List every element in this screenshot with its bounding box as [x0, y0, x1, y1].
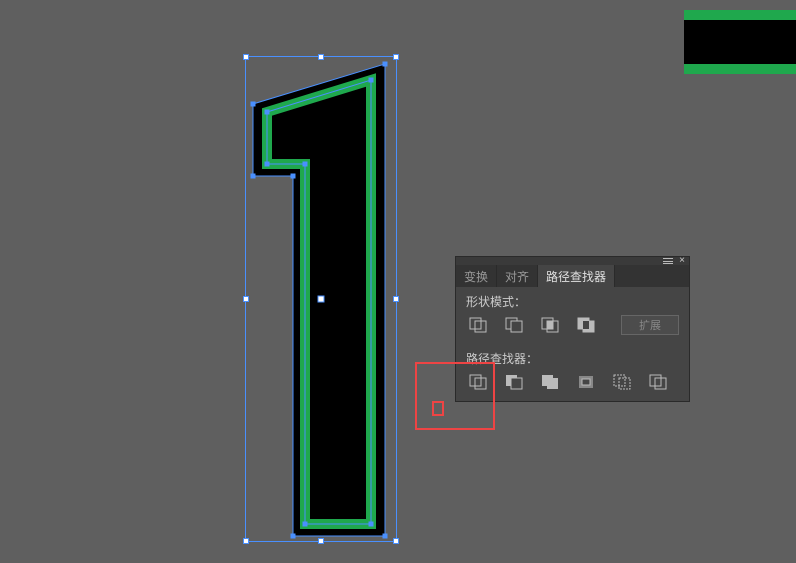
- panel-tabs: 变换 对齐 路径查找器: [456, 265, 689, 287]
- anchor-point[interactable]: [291, 534, 296, 539]
- bar-green-top: [684, 10, 796, 20]
- merge-icon[interactable]: [538, 371, 562, 393]
- pathfinder-panel[interactable]: × 变换 对齐 路径查找器 形状模式： 扩展 路径查找器：: [455, 256, 690, 402]
- expand-button[interactable]: 扩展: [621, 315, 679, 335]
- exclude-icon[interactable]: [574, 314, 598, 336]
- anchor-point[interactable]: [251, 174, 256, 179]
- tab-pathfinder[interactable]: 路径查找器: [538, 265, 615, 287]
- anchor-point[interactable]: [369, 78, 374, 83]
- pathfinders-label: 路径查找器：: [456, 344, 689, 371]
- anchor-point[interactable]: [291, 174, 296, 179]
- bar-black: [684, 20, 796, 64]
- tab-transform[interactable]: 变换: [456, 265, 497, 287]
- bar-green-bottom: [684, 64, 796, 74]
- anchor-point[interactable]: [383, 534, 388, 539]
- anchor-point[interactable]: [369, 522, 374, 527]
- corner-swatch: [684, 10, 796, 74]
- tab-align[interactable]: 对齐: [497, 265, 538, 287]
- anchor-point[interactable]: [265, 110, 270, 115]
- numeral-1-shape[interactable]: [245, 56, 397, 542]
- anchor-point[interactable]: [383, 62, 388, 67]
- anchor-point[interactable]: [303, 162, 308, 167]
- panel-close-icon[interactable]: ×: [679, 258, 685, 264]
- intersect-icon[interactable]: [538, 314, 562, 336]
- unite-icon[interactable]: [466, 314, 490, 336]
- anchor-point[interactable]: [265, 162, 270, 167]
- anchor-point[interactable]: [251, 102, 256, 107]
- minus-front-icon[interactable]: [502, 314, 526, 336]
- minus-back-icon[interactable]: [646, 371, 670, 393]
- outline-icon[interactable]: [610, 371, 634, 393]
- tutorial-highlight-small: [432, 401, 444, 416]
- crop-icon[interactable]: [574, 371, 598, 393]
- shape-modes-row: 扩展: [456, 314, 689, 344]
- pathfinders-row: [456, 371, 689, 401]
- divide-icon[interactable]: [466, 371, 490, 393]
- anchor-point[interactable]: [303, 522, 308, 527]
- panel-title-bar[interactable]: ×: [456, 257, 689, 265]
- trim-icon[interactable]: [502, 371, 526, 393]
- canvas-selection[interactable]: [245, 56, 397, 542]
- panel-menu-icon[interactable]: [663, 258, 673, 264]
- shape-modes-label: 形状模式：: [456, 287, 689, 314]
